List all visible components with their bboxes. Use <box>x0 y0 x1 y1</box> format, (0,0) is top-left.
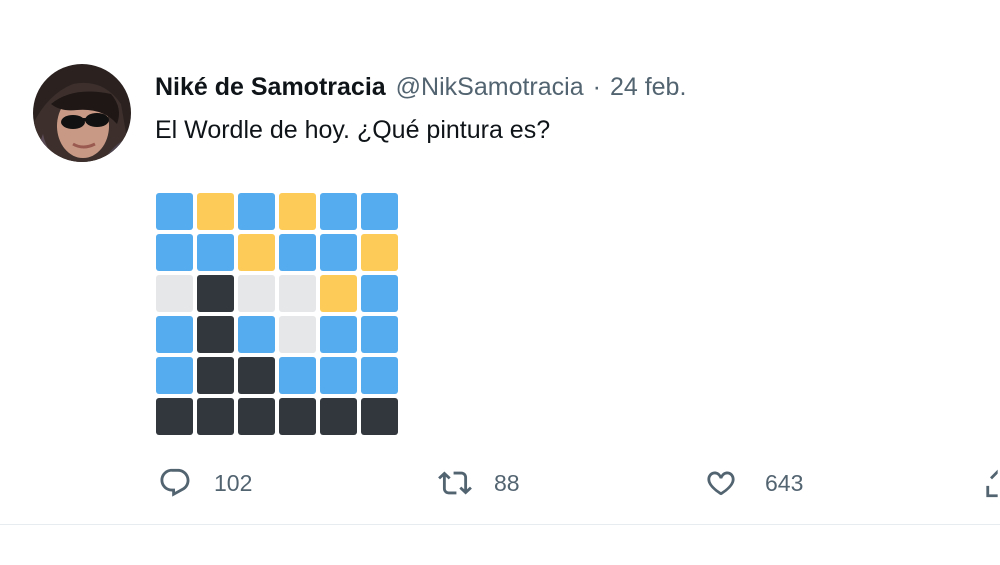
wordle-square <box>197 234 234 271</box>
wordle-square <box>238 234 275 271</box>
wordle-square <box>279 234 316 271</box>
like-button[interactable]: 643 <box>703 460 803 506</box>
avatar[interactable] <box>33 64 131 162</box>
tweet-actions: 102 88 643 <box>0 460 1000 506</box>
wordle-square <box>238 275 275 312</box>
wordle-square <box>279 275 316 312</box>
wordle-square <box>238 316 275 353</box>
wordle-square <box>197 193 234 230</box>
divider <box>0 524 1000 525</box>
wordle-square <box>156 357 193 394</box>
wordle-square <box>320 275 357 312</box>
wordle-square <box>156 193 193 230</box>
wordle-square <box>320 234 357 271</box>
separator-dot: · <box>592 72 601 101</box>
wordle-square <box>320 193 357 230</box>
author-handle[interactable]: @NikSamotracia <box>396 73 584 102</box>
wordle-square <box>361 316 398 353</box>
retweet-button[interactable]: 88 <box>436 460 520 506</box>
share-button[interactable] <box>984 460 1000 506</box>
wordle-square <box>361 357 398 394</box>
wordle-square <box>197 316 234 353</box>
reply-icon <box>158 466 192 500</box>
wordle-square <box>156 316 193 353</box>
wordle-square <box>361 398 398 435</box>
wordle-square <box>279 398 316 435</box>
author-name[interactable]: Niké de Samotracia <box>155 73 386 102</box>
like-count: 643 <box>765 469 804 496</box>
tweet-date[interactable]: 24 feb. <box>610 73 686 102</box>
retweet-count: 88 <box>494 469 520 496</box>
wordle-square <box>279 316 316 353</box>
wordle-square <box>238 398 275 435</box>
wordle-square <box>361 234 398 271</box>
wordle-square <box>279 193 316 230</box>
wordle-square <box>197 275 234 312</box>
tweet-text: El Wordle de hoy. ¿Qué pintura es? <box>155 116 551 144</box>
wordle-square <box>320 398 357 435</box>
tweet-header: Niké de Samotracia @NikSamotracia · 24 f… <box>155 70 686 104</box>
wordle-square <box>320 316 357 353</box>
wordle-square <box>320 357 357 394</box>
wordle-square <box>156 398 193 435</box>
wordle-square <box>238 193 275 230</box>
wordle-square <box>197 357 234 394</box>
wordle-square <box>361 193 398 230</box>
wordle-square <box>238 357 275 394</box>
heart-icon <box>703 466 739 500</box>
wordle-square <box>361 275 398 312</box>
retweet-icon <box>436 466 474 500</box>
wordle-square <box>156 275 193 312</box>
wordle-square <box>197 398 234 435</box>
wordle-square <box>279 357 316 394</box>
share-icon <box>984 466 1000 500</box>
avatar-image <box>33 64 131 162</box>
wordle-square <box>156 234 193 271</box>
wordle-grid <box>156 193 398 435</box>
reply-button[interactable]: 102 <box>158 460 252 506</box>
reply-count: 102 <box>214 469 253 496</box>
